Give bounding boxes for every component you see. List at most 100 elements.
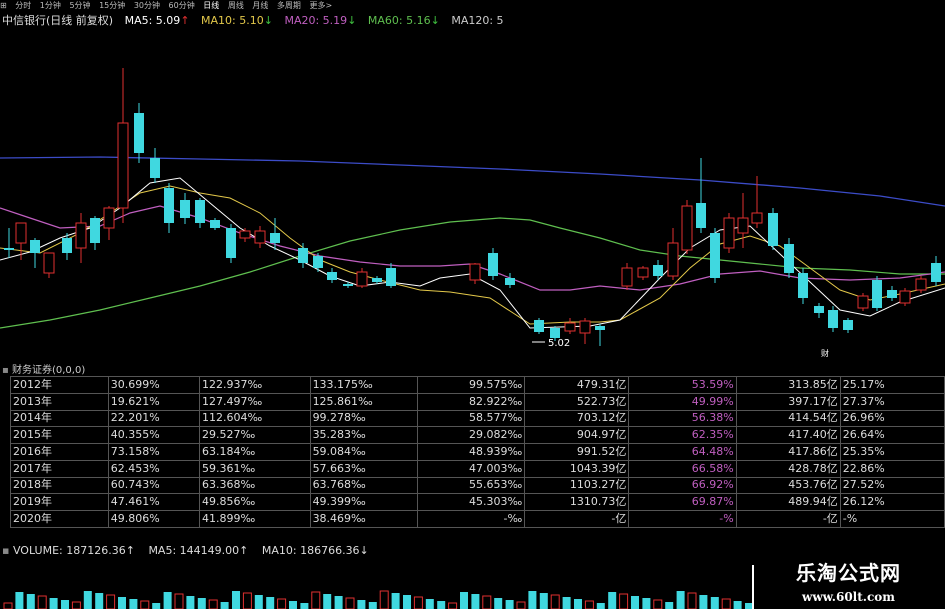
- table-cell: 397.17亿: [735, 392, 841, 411]
- table-row: 2012年 30.699% 122.937‰ 133.175‰ 99.575‰ 479.3…: [10, 376, 945, 394]
- toolbar-item-15min[interactable]: 15分钟: [99, 1, 125, 10]
- volume-bar: [528, 591, 537, 609]
- candle-body: [4, 248, 14, 250]
- period-toolbar: ⊞ 分时 1分钟 5分钟 15分钟 30分钟 60分钟 日线 周线 月线 多周期…: [0, 0, 945, 11]
- volume-bar: [665, 602, 674, 609]
- financial-panel-title: ▪ 财务证券(0,0,0): [2, 365, 86, 376]
- candle-body: [488, 253, 498, 276]
- volume-bar: [3, 602, 13, 609]
- table-cell: 453.76亿: [735, 476, 841, 495]
- table-cell: 53.59%: [628, 376, 737, 394]
- volume-bar: [242, 592, 252, 609]
- table-cell: 313.85亿: [735, 376, 841, 394]
- table-cell: 62.453%: [107, 459, 201, 478]
- table-cell: 414.54亿: [735, 409, 841, 428]
- volume-bar: [505, 600, 514, 609]
- financial-table: 2012年 30.699% 122.937‰ 133.175‰ 99.575‰ 479.3…: [10, 376, 945, 528]
- candle-body: [469, 263, 481, 281]
- candle-body: [356, 271, 368, 287]
- table-cell: 428.78亿: [735, 459, 841, 478]
- volume-bar: [266, 597, 275, 609]
- volume-bar: [163, 592, 172, 609]
- table-cell: 69.87%: [628, 493, 737, 512]
- table-row: 2017年 62.453% 59.361‰ 57.663‰ 47.003‰ 1043.39…: [10, 459, 945, 478]
- candle-body: [75, 222, 87, 249]
- toolbar-item-daily[interactable]: 日线: [203, 1, 219, 10]
- volume-bar: [220, 602, 229, 609]
- candle-body: [90, 218, 100, 243]
- watermark-url: www.60lt.com: [802, 590, 895, 604]
- toolbar-item-more[interactable]: 更多>: [309, 1, 332, 10]
- table-row: 2014年 22.201% 112.604‰ 99.278‰ 58.577‰ 703.12…: [10, 409, 945, 428]
- candle-body: [768, 213, 778, 246]
- table-cell: 66.58%: [628, 459, 737, 478]
- table-cell: 2019年: [10, 493, 109, 512]
- toolbar-item-30min[interactable]: 30分钟: [134, 1, 160, 10]
- table-cell: 63.368‰: [199, 476, 311, 495]
- candle-body: [899, 290, 911, 304]
- table-cell: 99.278‰: [309, 409, 418, 428]
- table-cell: 35.283‰: [309, 426, 418, 445]
- volume-bar: [631, 596, 639, 609]
- table-cell: 2017年: [10, 459, 109, 478]
- volume-bar: [460, 592, 468, 609]
- toolbar-item-1min[interactable]: 1分钟: [40, 1, 61, 10]
- candle-body: [254, 230, 266, 244]
- table-cell: 112.604‰: [199, 409, 311, 428]
- candle-body: [681, 205, 693, 251]
- table-cell: 73.158%: [107, 443, 201, 461]
- table-cell: 27.37%: [839, 392, 945, 411]
- table-cell: 64.48%: [628, 443, 737, 461]
- volume-bar: [562, 597, 571, 609]
- ma5-readout: MA5: 5.09↑: [124, 14, 190, 27]
- table-cell: 29.527‰: [199, 426, 311, 445]
- candle-body: [637, 267, 649, 278]
- table-cell: 22.201%: [107, 409, 201, 428]
- candle-body: [210, 220, 220, 228]
- volume-bar: [584, 600, 594, 609]
- volume-bar: [277, 598, 287, 609]
- candle-body: [343, 284, 353, 286]
- table-cell: 417.86亿: [735, 443, 841, 461]
- table-cell: 59.084‰: [309, 443, 418, 461]
- volume-bar: [687, 592, 697, 609]
- candle-body: [117, 122, 129, 209]
- volume-bar: [425, 599, 434, 609]
- table-cell: 58.577‰: [416, 409, 526, 428]
- ma5-line: [0, 177, 945, 329]
- toolbar-item-60min[interactable]: 60分钟: [169, 1, 195, 10]
- kline-chart[interactable]: 5.02 财: [0, 28, 945, 360]
- toolbar-item-5min[interactable]: 5分钟: [69, 1, 90, 10]
- toolbar-item-monthly[interactable]: 月线: [252, 1, 268, 10]
- toolbar-item-intraday[interactable]: 分时: [15, 1, 31, 10]
- volume-bar: [471, 594, 480, 609]
- candle-body: [134, 113, 144, 153]
- candle-body: [372, 278, 382, 282]
- volume-bar: [482, 595, 492, 609]
- table-cell: 1310.73亿: [524, 493, 630, 512]
- candle-body: [595, 326, 605, 330]
- toolbar-item-multi-period[interactable]: 多周期: [277, 1, 301, 10]
- table-cell: 56.38%: [628, 409, 737, 428]
- candle-body: [505, 278, 515, 285]
- toolbar-item-menu[interactable]: ⊞: [0, 1, 7, 10]
- toolbar-item-weekly[interactable]: 周线: [228, 1, 244, 10]
- table-cell: 127.497‰: [199, 392, 311, 411]
- volume-bar: [186, 596, 195, 609]
- volume-bar: [608, 592, 617, 609]
- table-cell: 30.699%: [107, 376, 201, 394]
- table-cell: 29.082‰: [416, 426, 526, 445]
- candle-body: [550, 328, 560, 338]
- volume-bar: [300, 603, 309, 609]
- candle-body: [814, 306, 824, 313]
- volume-bar: [494, 598, 503, 609]
- table-cell: 19.621%: [107, 392, 201, 411]
- financial-marker[interactable]: 财: [821, 348, 829, 358]
- table-cell: 55.653‰: [416, 476, 526, 495]
- volume-bar: [323, 594, 332, 609]
- table-cell: 22.86%: [839, 459, 945, 478]
- candle-body: [150, 158, 160, 178]
- table-cell: 40.355%: [107, 426, 201, 445]
- candle-body: [931, 263, 941, 282]
- volume-bar: [61, 600, 69, 609]
